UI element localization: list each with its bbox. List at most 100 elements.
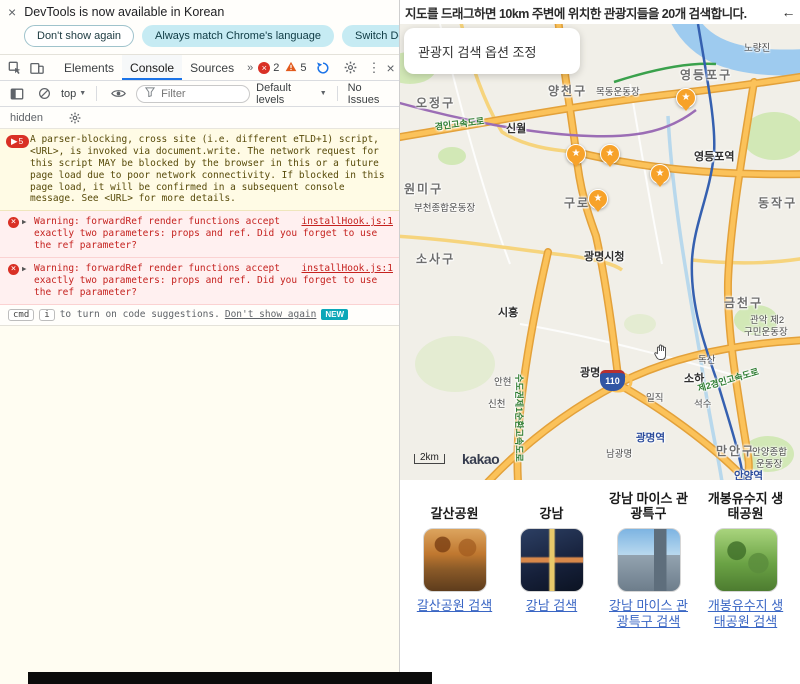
error-count[interactable]: × 2 [258, 62, 279, 74]
switch-language-button[interactable]: Switch DevTools to Korean [342, 25, 400, 47]
search-options-button[interactable]: 관광지 검색 옵션 조정 [404, 28, 580, 74]
poi-pin[interactable]: ★ [600, 144, 620, 164]
settings-gear-icon[interactable] [340, 61, 361, 74]
poi-pin[interactable]: ★ [650, 164, 670, 184]
kakao-logo: kakao [462, 451, 499, 467]
hidden-messages-row: hidden [0, 107, 399, 129]
poi-search-link[interactable]: 갈산공원 검색 [417, 598, 492, 614]
map-label-district: 영등포구 [680, 66, 732, 83]
map-label-district: 금천구 [724, 294, 763, 311]
hint-text: to turn on code suggestions. [60, 309, 220, 320]
map-label-district: 오정구 [416, 94, 455, 111]
autumn-park-image [423, 528, 487, 592]
repeat-count-badge: ▶5 [6, 135, 29, 148]
map-app-panel: 지도를 드래그하면 10km 주변에 위치한 관광지들을 20개 검색합니다. … [400, 0, 800, 684]
funnel-icon [145, 87, 155, 100]
eye-icon[interactable] [107, 88, 130, 99]
warning-icon [285, 61, 297, 75]
map-label-small: 일직 [646, 390, 663, 404]
warning-count[interactable]: 5 [285, 61, 306, 75]
green-park-image [714, 528, 778, 592]
reload-icon[interactable] [312, 61, 334, 75]
cmd-key: cmd [8, 309, 34, 321]
tab-console[interactable]: Console [122, 55, 182, 80]
map-label-place: 광명시청 [584, 248, 624, 264]
poi-search-link[interactable]: 개봉유수지 생태공원 검색 [703, 598, 789, 631]
devtools-tabbar: Elements Console Sources » × 2 5 ⋮ × [0, 55, 399, 81]
kebab-menu-icon[interactable]: ⋮ [367, 60, 380, 76]
map-label-small: 부천종합운동장 [414, 200, 475, 214]
poi-pin[interactable]: ★ [676, 88, 696, 108]
map-label-small: 구민운동장 [744, 324, 788, 338]
map-label-small: 안현 [494, 374, 511, 388]
i-key: i [39, 309, 54, 321]
console-filter[interactable] [136, 85, 250, 103]
map-label-small: 독산 [698, 352, 715, 366]
map-label-district: 원미구 [404, 180, 443, 197]
hint-dismiss-link[interactable]: Don't show again [225, 309, 317, 320]
more-tabs-icon[interactable]: » [242, 62, 258, 74]
match-language-button[interactable]: Always match Chrome's language [142, 25, 334, 47]
settings-gear-icon[interactable] [65, 112, 85, 124]
message-text: A parser-blocking, cross site (i.e. diff… [30, 134, 385, 204]
levels-selector[interactable]: Default levels ▼ [256, 82, 327, 106]
console-hint-bar: cmd i to turn on code suggestions. Don't… [0, 305, 399, 326]
bottom-bar [28, 672, 432, 684]
divider [337, 86, 338, 101]
poi-pin[interactable]: ★ [566, 144, 586, 164]
hand-cursor-icon [652, 342, 672, 367]
console-error-row[interactable]: ×▶installHook.js:1Warning: forwardRef re… [0, 211, 399, 258]
notification-text: DevTools is now available in Korean [24, 5, 224, 19]
poi-title: 강남 [540, 488, 564, 522]
poi-title: 개봉유수지 생태공원 [703, 488, 789, 522]
poi-title: 갈산공원 [431, 488, 479, 522]
device-toolbar-icon[interactable] [26, 61, 48, 75]
close-icon[interactable]: × [8, 5, 16, 19]
console-toolbar: top ▼ Default levels ▼ No Issues [0, 81, 399, 107]
tab-elements[interactable]: Elements [56, 55, 122, 80]
poi-card: 갈산공원갈산공원 검색 [412, 488, 498, 672]
inspect-element-icon[interactable] [4, 61, 26, 75]
console-warning-row[interactable]: ▶5A parser-blocking, cross site (i.e. di… [0, 129, 399, 211]
back-arrow-icon[interactable]: ← [782, 4, 796, 20]
poi-title: 강남 마이스 관광특구 [606, 488, 692, 522]
city-building-image [617, 528, 681, 592]
chevron-down-icon: ▼ [320, 90, 327, 97]
map-label-place: 신월 [506, 120, 526, 136]
map-label-small: 남광명 [606, 446, 632, 460]
console-sidebar-icon[interactable] [6, 87, 28, 101]
banner-text: 지도를 드래그하면 10km 주변에 위치한 관광지들을 20개 검색합니다. [405, 3, 747, 22]
source-link[interactable]: installHook.js:1 [301, 263, 393, 275]
new-badge: NEW [321, 309, 348, 320]
console-error-row[interactable]: ×▶installHook.js:1Warning: forwardRef re… [0, 258, 399, 305]
map-label-small: 노량진 [744, 40, 770, 54]
map-label-district: 소사구 [416, 250, 455, 267]
expand-caret-icon[interactable]: ▶ [22, 217, 27, 226]
error-icon: × [258, 62, 270, 74]
source-link[interactable]: installHook.js:1 [301, 216, 393, 228]
map-label-district: 양천구 [548, 82, 587, 99]
map-canvas[interactable]: 김포국제공항오정구양천구목동운동장영등포구노량진신월경인고속도로원미구부천종합운… [400, 24, 800, 480]
filter-input[interactable] [159, 87, 241, 101]
poi-card: 개봉유수지 생태공원개봉유수지 생태공원 검색 [703, 488, 789, 672]
poi-card: 강남강남 검색 [509, 488, 595, 672]
route-shield: 110 [600, 370, 625, 391]
tab-sources[interactable]: Sources [182, 55, 242, 80]
devtools-notification: × DevTools is now available in Korean Do… [0, 0, 399, 55]
context-selector[interactable]: top ▼ [61, 88, 86, 100]
poi-search-link[interactable]: 강남 검색 [526, 598, 577, 614]
night-city-image [520, 528, 584, 592]
clear-console-icon[interactable] [34, 87, 55, 100]
dont-show-again-button[interactable]: Don't show again [24, 25, 134, 47]
close-devtools-icon[interactable]: × [386, 60, 394, 76]
poi-cards: 갈산공원갈산공원 검색강남강남 검색강남 마이스 관광특구강남 마이스 관광특구… [400, 480, 800, 672]
poi-card: 강남 마이스 관광특구강남 마이스 관광특구 검색 [606, 488, 692, 672]
hidden-label: hidden [10, 112, 43, 124]
map-label-station: 광명역 [636, 430, 665, 445]
issues-status[interactable]: No Issues [348, 82, 393, 106]
map-label-place: 영등포역 [694, 148, 734, 164]
map-scale: 2km [414, 454, 445, 464]
poi-pin[interactable]: ★ [588, 189, 608, 209]
poi-search-link[interactable]: 강남 마이스 관광특구 검색 [606, 598, 692, 631]
expand-caret-icon[interactable]: ▶ [22, 264, 27, 273]
